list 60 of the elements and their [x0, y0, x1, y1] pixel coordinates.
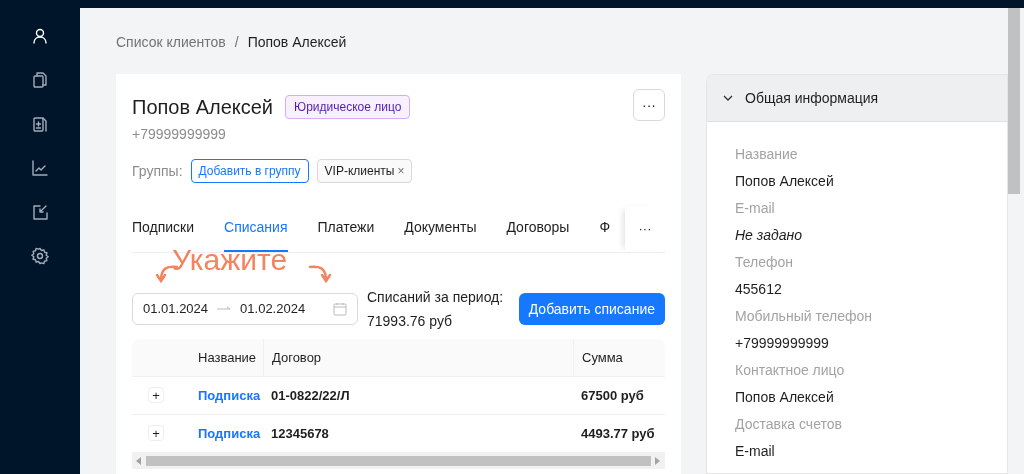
- annotation-arrow-right: [308, 264, 332, 284]
- info-panel-header[interactable]: Общая информация: [707, 75, 1007, 122]
- start-date: 01.01.2024: [143, 300, 209, 319]
- settings-icon[interactable]: [31, 247, 49, 265]
- column-header: Договор: [272, 348, 322, 367]
- tab[interactable]: Документы: [404, 217, 477, 252]
- tab[interactable]: Договоры: [506, 217, 570, 252]
- table-cell: 12345678: [271, 425, 329, 441]
- column-header: Название: [198, 348, 257, 367]
- documents-icon[interactable]: [31, 71, 49, 89]
- calendar-icon: [333, 302, 347, 316]
- field-value: 455612: [735, 280, 783, 299]
- document-icon[interactable]: [31, 115, 49, 133]
- field-value: Попов Алексей: [735, 388, 835, 407]
- client-phone: +79999999999: [132, 125, 227, 144]
- field-label: Доставка счетов: [735, 415, 843, 434]
- field-label: Название: [735, 145, 799, 164]
- subscription-link[interactable]: Подписка: [198, 387, 261, 403]
- tabs-more-button[interactable]: ···: [638, 219, 652, 239]
- table-cell: 67500 руб: [581, 387, 644, 403]
- page-scrollbar[interactable]: [1008, 8, 1020, 194]
- field-label: Телефон: [735, 253, 795, 272]
- chart-icon[interactable]: [31, 159, 49, 177]
- breadcrumb-link[interactable]: Список клиентов: [116, 31, 226, 53]
- end-date: 01.02.2024: [240, 300, 306, 319]
- tab[interactable]: Платежи: [317, 217, 375, 252]
- expand-button[interactable]: +: [148, 387, 164, 404]
- expand-button[interactable]: +: [148, 425, 164, 442]
- client-type-tag: Юридическое лицо: [285, 95, 411, 119]
- field-label: E-mail: [735, 199, 776, 218]
- client-name: Попов Алексей: [132, 95, 274, 120]
- edit-icon[interactable]: [31, 203, 49, 221]
- groups-label: Группы:: [132, 161, 183, 181]
- subscription-link[interactable]: Подписка: [198, 425, 261, 441]
- tab[interactable]: Списания: [224, 217, 288, 252]
- user-icon[interactable]: [31, 27, 49, 45]
- arrow-icon: [216, 305, 233, 313]
- table-cell: 01-0822/22/Л: [271, 387, 350, 403]
- tab[interactable]: Ф: [599, 217, 611, 252]
- remove-tag-icon[interactable]: ×: [397, 162, 405, 180]
- add-charge-button[interactable]: Добавить списание: [518, 293, 665, 325]
- period-total-label: Списаний за период:: [367, 288, 504, 307]
- group-tag-label: VIP-клиенты: [324, 163, 395, 180]
- more-button[interactable]: ···: [633, 89, 665, 121]
- field-label: Контактное лицо: [735, 361, 846, 380]
- breadcrumb-separator: /: [234, 32, 239, 52]
- field-value: E-mail: [735, 442, 776, 461]
- breadcrumb-current: Попов Алексей: [247, 32, 347, 52]
- info-panel-title: Общая информация: [745, 88, 879, 108]
- horizontal-scrollbar[interactable]: [132, 453, 665, 469]
- field-value: Не задано: [735, 226, 803, 245]
- table-cell: 4493.77 руб: [581, 425, 655, 441]
- period-total-value: 71993.76 руб: [367, 312, 454, 331]
- scrollbar-thumb[interactable]: [146, 456, 651, 466]
- field-value: +79999999999: [735, 334, 830, 353]
- column-header: Сумма: [582, 348, 623, 367]
- date-range-field[interactable]: 01.01.2024 01.02.2024: [132, 293, 358, 325]
- add-group-button[interactable]: Добавить в группу: [190, 159, 309, 183]
- field-label: Мобильный телефон: [735, 307, 873, 326]
- field-value: Попов Алексей: [735, 172, 835, 191]
